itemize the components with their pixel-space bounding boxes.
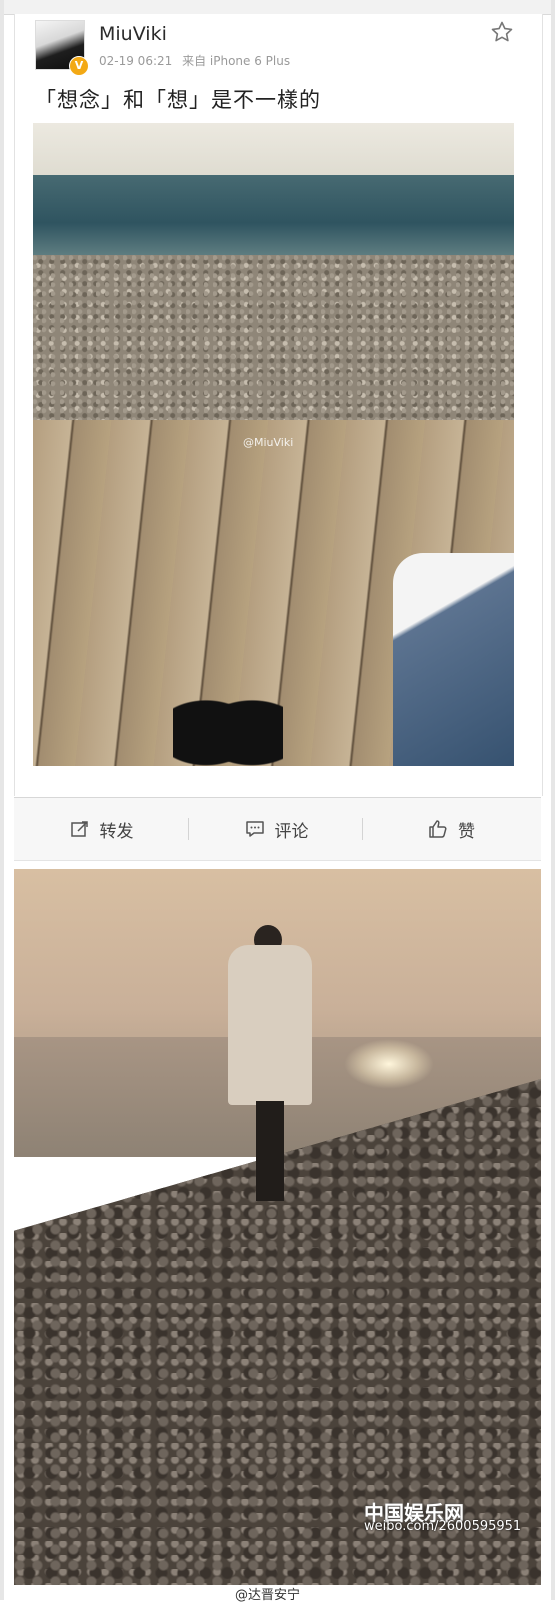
- weibo-post-card: V MiuViki 02-19 06:21 来自 iPhone 6 Plus 「…: [14, 14, 543, 796]
- action-bar: 转发 评论 赞: [14, 797, 541, 861]
- right-edge: [551, 0, 555, 1600]
- screenshot-frame: V MiuViki 02-19 06:21 来自 iPhone 6 Plus 「…: [0, 0, 555, 1603]
- like-icon: [429, 820, 447, 838]
- repost-label: 转发: [99, 821, 134, 842]
- sun-glint: [344, 1039, 434, 1089]
- walking-person: [220, 925, 320, 1205]
- left-edge: [0, 0, 4, 1600]
- photo-watermark: @MiuViki: [243, 436, 294, 449]
- photo-pebbles: [33, 255, 514, 420]
- post-source: 来自 iPhone 6 Plus: [182, 54, 291, 68]
- comment-label: 评论: [274, 821, 309, 842]
- username[interactable]: MiuViki: [99, 23, 167, 45]
- like-label: 赞: [458, 821, 475, 842]
- comment-icon: [245, 821, 264, 837]
- second-photo[interactable]: 中国娱乐网 weibo.com/2600595951: [14, 869, 541, 1585]
- comment-button[interactable]: 评论: [189, 798, 364, 860]
- star-icon[interactable]: [490, 20, 514, 44]
- photo-sky: [33, 123, 514, 175]
- like-button[interactable]: 赞: [364, 798, 539, 860]
- person-legs: [256, 1101, 284, 1201]
- top-strip: [4, 0, 551, 15]
- verified-badge: V: [69, 56, 89, 76]
- photo-shoes: [173, 683, 283, 766]
- post-meta: 02-19 06:21 来自 iPhone 6 Plus: [99, 52, 296, 69]
- photo-watermark-url: weibo.com/2600595951: [364, 1519, 522, 1534]
- post-time: 02-19 06:21: [99, 54, 173, 68]
- repost-icon: [70, 821, 88, 837]
- photo-sea: [33, 175, 514, 255]
- post-text: 「想念」和「想」是不一樣的: [35, 88, 321, 112]
- photo-leg-sneaker: [393, 553, 514, 766]
- post-photo[interactable]: @MiuViki: [33, 123, 514, 766]
- repost-button[interactable]: 转发: [14, 798, 189, 860]
- divider: [362, 818, 363, 840]
- person-coat: [228, 945, 312, 1105]
- credit-tag: @达晋安宁: [235, 1588, 301, 1603]
